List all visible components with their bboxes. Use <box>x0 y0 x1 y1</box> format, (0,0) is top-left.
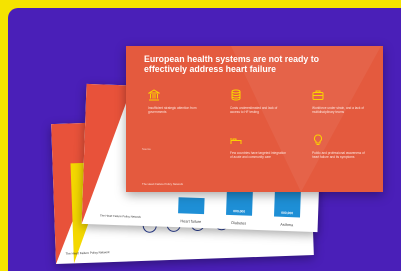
point-5: Public and professional awareness of hea… <box>312 134 370 159</box>
point-text: Costs underestimated and lack of access … <box>230 106 278 115</box>
coins-icon <box>231 89 241 101</box>
bar-value-label: 000,000 <box>281 210 294 216</box>
bar <box>178 197 205 215</box>
bank-icon <box>148 89 160 101</box>
x-tick-label: Heart failure <box>180 219 202 225</box>
point-2: Costs underestimated and lack of access … <box>230 89 288 114</box>
point-text: Workforce under strain, and a lack of mu… <box>312 106 365 115</box>
slide-front: European health systems are not ready to… <box>126 46 383 192</box>
decor-triangle <box>81 83 133 226</box>
point-1: Insufficient strategic attention from go… <box>148 89 206 114</box>
point-3: Workforce under strain, and a lack of mu… <box>312 89 370 114</box>
slide-footer: The Heart Failure Policy Network <box>142 182 184 186</box>
point-4: Few countries have targeted integration … <box>230 134 288 159</box>
point-text: Few countries have targeted integration … <box>230 151 286 160</box>
x-tick-label: Asthma <box>280 222 294 228</box>
background-frame: The Heart Failure Policy Network 000,000… <box>8 8 401 271</box>
x-tick-label: Diabetes <box>231 221 247 226</box>
source-note: Source <box>142 147 151 151</box>
slide-title: European health systems are not ready to… <box>144 54 320 75</box>
point-text: Insufficient strategic attention from go… <box>148 106 197 115</box>
bed-icon <box>230 138 242 144</box>
point-text: Public and professional awareness of hea… <box>312 151 365 160</box>
lightbulb-icon <box>313 134 323 145</box>
bar-value-label: 000,000 <box>233 209 246 214</box>
briefcase-icon <box>312 90 324 100</box>
